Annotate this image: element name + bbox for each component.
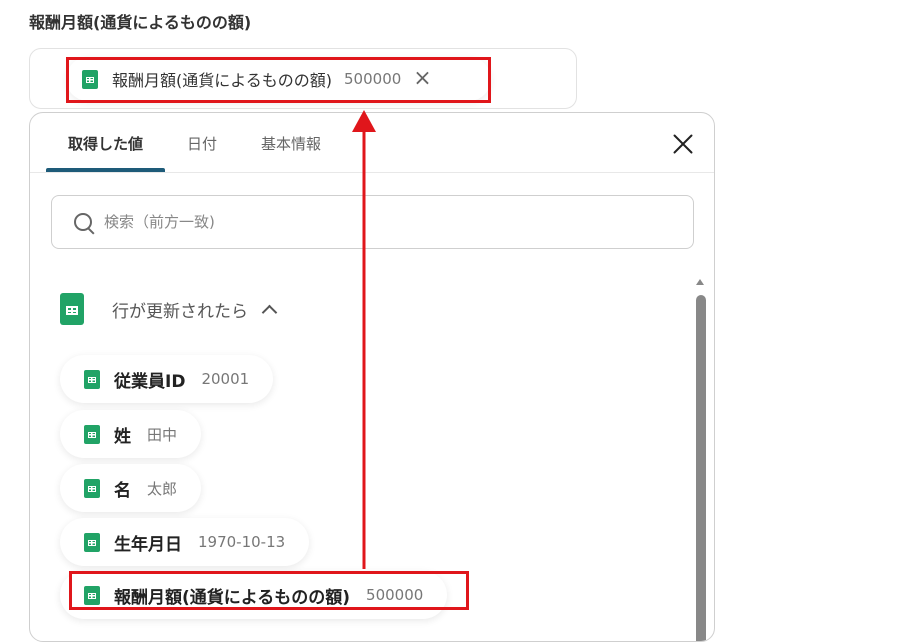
item-label: 報酬月額(通貨によるものの額) [114,587,351,608]
close-icon[interactable] [670,131,696,157]
selected-value-chip[interactable]: 報酬月額(通貨によるものの額) 500000 × [66,57,491,101]
chevron-up-icon[interactable] [261,304,278,320]
section-title: 行が更新されたら [112,301,248,322]
item-value: 500000 [366,586,424,604]
sheets-icon [60,293,84,325]
item-label: 名 [114,480,131,501]
item-value: 田中 [147,425,178,444]
section-header[interactable]: 行が更新されたら [60,293,278,325]
search-icon [74,213,92,231]
item-label: 従業員ID [114,371,186,392]
sheets-icon [84,369,100,389]
scroll-up-icon[interactable] [696,279,704,285]
sheets-icon [82,69,98,89]
list-item-employee-id[interactable]: 従業員ID 20001 [60,355,274,403]
tab-divider [30,172,714,173]
list-item-birth-date[interactable]: 生年月日 1970-10-13 [60,518,310,566]
value-picker-panel: 取得した値 日付 基本情報 行が更新されたら 従業員ID 20001 姓 田中 … [29,112,715,642]
scrollbar[interactable] [696,295,706,641]
item-value: 20001 [201,370,250,388]
item-label: 姓 [114,426,131,447]
chip-label: 報酬月額(通貨によるものの額) [112,71,333,90]
list-item-monthly-compensation[interactable]: 報酬月額(通貨によるものの額) 500000 [60,571,448,619]
item-label: 生年月日 [114,534,182,555]
sheets-icon [84,585,100,605]
list-item-last-name[interactable]: 姓 田中 [60,410,202,458]
sheets-icon [84,478,100,498]
item-value: 1970-10-13 [198,533,286,551]
item-value: 太郎 [147,479,178,498]
list-item-first-name[interactable]: 名 太郎 [60,464,202,512]
close-icon[interactable]: × [413,68,431,90]
search-input[interactable] [102,212,666,232]
tab-date[interactable]: 日付 [165,113,239,172]
tab-bar: 取得した値 日付 基本情報 [46,113,343,172]
tab-acquired-values[interactable]: 取得した値 [46,113,166,172]
search-box[interactable] [51,195,694,249]
chip-value: 500000 [344,70,402,88]
sheets-icon [84,532,100,552]
field-label: 報酬月額(通貨によるものの額) [29,13,252,32]
tab-basic-info[interactable]: 基本情報 [239,113,343,172]
sheets-icon [84,424,100,444]
